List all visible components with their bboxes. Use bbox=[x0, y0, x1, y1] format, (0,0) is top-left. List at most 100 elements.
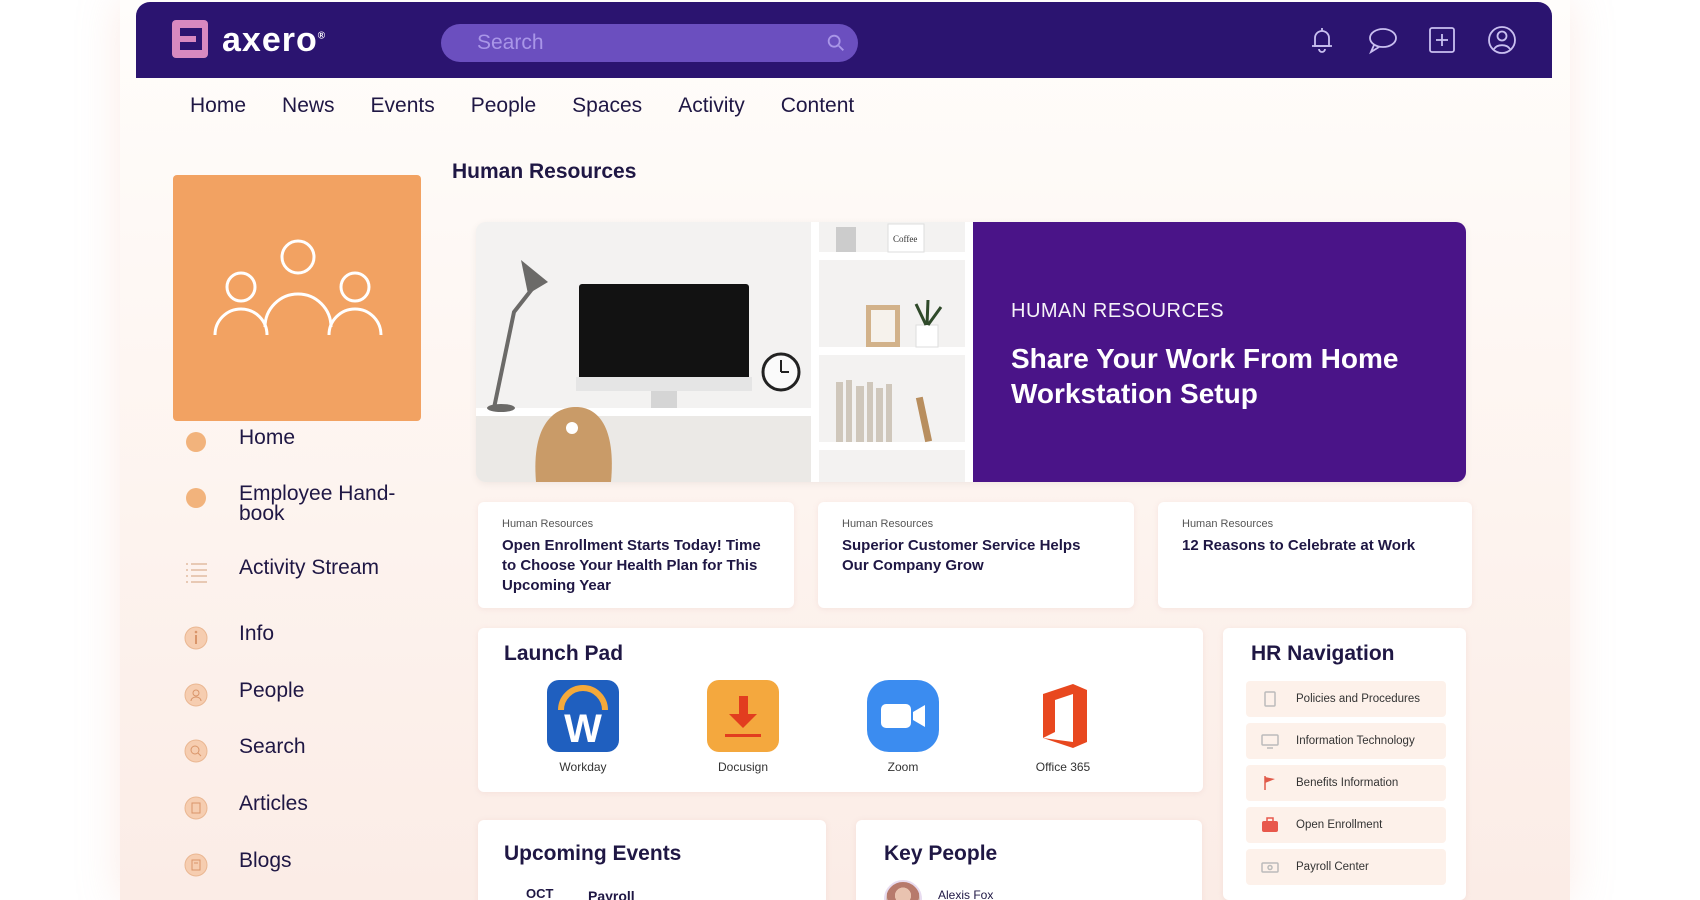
group-people-icon bbox=[213, 239, 383, 336]
logo-text: axero® bbox=[222, 20, 327, 59]
docusign-icon bbox=[707, 680, 779, 752]
search-input[interactable] bbox=[441, 24, 858, 62]
svg-text:W: W bbox=[564, 707, 602, 751]
card-category: Human Resources bbox=[842, 518, 934, 530]
sidebar-item-search[interactable]: Search bbox=[183, 735, 423, 764]
hr-navigation-panel: HR Navigation Policies and Procedures In… bbox=[1223, 628, 1466, 900]
upcoming-events-title: Upcoming Events bbox=[504, 842, 682, 865]
flag-icon bbox=[1264, 776, 1275, 790]
card-title[interactable]: 12 Reasons to Celebrate at Work bbox=[1182, 536, 1448, 556]
people-icon bbox=[184, 683, 208, 707]
sidebar-item-label: Info bbox=[239, 622, 275, 645]
monitor-icon bbox=[1261, 734, 1279, 749]
sidebar-item-label: Articles bbox=[239, 792, 308, 815]
launch-pad-title: Launch Pad bbox=[504, 642, 624, 665]
card-title[interactable]: Superior Customer Service Helps Our Comp… bbox=[842, 536, 1110, 576]
person-name[interactable]: Alexis Fox bbox=[938, 888, 993, 900]
hr-nav-label: Open Enrollment bbox=[1296, 819, 1383, 831]
app-label: Office 365 bbox=[1035, 760, 1091, 774]
news-card[interactable]: Human Resources Open Enrollment Starts T… bbox=[478, 502, 794, 608]
hr-nav-item-benefits[interactable]: Benefits Information bbox=[1246, 765, 1446, 801]
sidebar-item-blogs[interactable]: Blogs bbox=[183, 849, 423, 878]
axero-logo-icon bbox=[172, 20, 212, 60]
event-title[interactable]: Payroll bbox=[588, 888, 635, 900]
sidebar-item-info[interactable]: Info bbox=[183, 622, 423, 651]
key-people-title: Key People bbox=[884, 842, 998, 865]
launch-pad-panel: Launch Pad W Workday Docusign Zoom Offic… bbox=[478, 628, 1203, 792]
info-icon bbox=[184, 626, 208, 650]
dot-icon bbox=[186, 488, 206, 508]
logo[interactable]: axero® bbox=[172, 20, 326, 60]
sidebar-item-label: Employee Hand- book bbox=[239, 482, 396, 525]
nav-spaces[interactable]: Spaces bbox=[572, 94, 642, 118]
app-zoom[interactable]: Zoom bbox=[858, 680, 948, 774]
app-label: Workday bbox=[559, 760, 607, 774]
nav-content[interactable]: Content bbox=[781, 94, 855, 118]
user-circle-icon[interactable] bbox=[1486, 24, 1518, 56]
bell-icon[interactable] bbox=[1306, 24, 1338, 56]
nav-people[interactable]: People bbox=[471, 94, 536, 118]
app-workday[interactable]: W Workday bbox=[538, 680, 628, 774]
sidebar-item-home[interactable]: Home bbox=[183, 426, 423, 455]
sidebar-item-label: Blogs bbox=[239, 849, 292, 872]
upcoming-events-panel: Upcoming Events OCT Payroll bbox=[478, 820, 826, 900]
list-icon bbox=[186, 563, 207, 583]
card-category: Human Resources bbox=[502, 518, 594, 530]
hr-navigation-title: HR Navigation bbox=[1251, 642, 1395, 665]
money-icon bbox=[1261, 862, 1279, 873]
zoom-icon bbox=[867, 680, 939, 752]
top-bar: axero® bbox=[136, 2, 1552, 78]
card-category: Human Resources bbox=[1182, 518, 1274, 530]
app-docusign[interactable]: Docusign bbox=[698, 680, 788, 774]
key-people-panel: Key People Alexis Fox bbox=[856, 820, 1202, 900]
hr-nav-label: Payroll Center bbox=[1296, 861, 1369, 873]
hr-nav-list: Policies and Procedures Information Tech… bbox=[1246, 681, 1446, 891]
hr-nav-item-it[interactable]: Information Technology bbox=[1246, 723, 1446, 759]
nav-home[interactable]: Home bbox=[190, 94, 246, 118]
hr-nav-item-open-enrollment[interactable]: Open Enrollment bbox=[1246, 807, 1446, 843]
sidebar-item-people[interactable]: People bbox=[183, 679, 423, 708]
plus-square-icon[interactable] bbox=[1426, 24, 1458, 56]
app-office365[interactable]: Office 365 bbox=[1018, 680, 1108, 774]
mug-text: Coffee bbox=[893, 234, 917, 244]
app-label: Zoom bbox=[887, 760, 919, 774]
event-month: OCT bbox=[526, 886, 554, 900]
sidebar-item-label: Home bbox=[239, 426, 296, 449]
chat-icon[interactable] bbox=[1366, 24, 1398, 56]
hr-nav-label: Policies and Procedures bbox=[1296, 693, 1421, 705]
briefcase-icon bbox=[1262, 817, 1278, 832]
app-label: Docusign bbox=[717, 760, 769, 774]
search-icon[interactable] bbox=[825, 32, 847, 54]
sidebar-item-activity-stream[interactable]: Activity Stream bbox=[183, 556, 423, 585]
hr-nav-label: Benefits Information bbox=[1296, 777, 1399, 789]
sidebar-item-label: Search bbox=[239, 735, 306, 758]
news-cards: Human Resources Open Enrollment Starts T… bbox=[478, 502, 1472, 608]
search-icon bbox=[184, 739, 208, 763]
card-title[interactable]: Open Enrollment Starts Today! Time to Ch… bbox=[502, 536, 770, 596]
hero-banner[interactable]: Coffee HUMAN RESOURCES Share Your Work F… bbox=[476, 222, 1466, 482]
news-card[interactable]: Human Resources Superior Customer Servic… bbox=[818, 502, 1134, 608]
space-avatar-tile bbox=[173, 175, 421, 421]
hr-nav-label: Information Technology bbox=[1296, 735, 1415, 747]
nav-news[interactable]: News bbox=[282, 94, 335, 118]
news-card[interactable]: Human Resources 12 Reasons to Celebrate … bbox=[1158, 502, 1472, 608]
hero-text-panel: HUMAN RESOURCES Share Your Work From Hom… bbox=[973, 222, 1466, 482]
office365-icon bbox=[1027, 680, 1099, 752]
sidebar-item-label: People bbox=[239, 679, 305, 702]
sidebar-item-label: Activity Stream bbox=[239, 556, 380, 579]
document-icon bbox=[1264, 691, 1276, 707]
hr-nav-item-policies[interactable]: Policies and Procedures bbox=[1246, 681, 1446, 717]
nav-activity[interactable]: Activity bbox=[678, 94, 745, 118]
page-title: Human Resources bbox=[452, 160, 637, 183]
top-icons bbox=[1306, 24, 1518, 56]
app-list: W Workday Docusign Zoom Office 365 bbox=[538, 680, 1108, 774]
avatar[interactable] bbox=[884, 880, 922, 900]
hero-headline[interactable]: Share Your Work From Home Workstation Se… bbox=[1011, 341, 1430, 411]
sidebar-item-employee-handbook[interactable]: Employee Hand- book bbox=[183, 482, 423, 525]
nav-events[interactable]: Events bbox=[371, 94, 435, 118]
hr-nav-item-payroll[interactable]: Payroll Center bbox=[1246, 849, 1446, 885]
blog-icon bbox=[184, 853, 208, 877]
sidebar-item-articles[interactable]: Articles bbox=[183, 792, 423, 821]
hero-image: Coffee bbox=[476, 222, 973, 482]
main-nav: Home News Events People Spaces Activity … bbox=[190, 94, 854, 118]
